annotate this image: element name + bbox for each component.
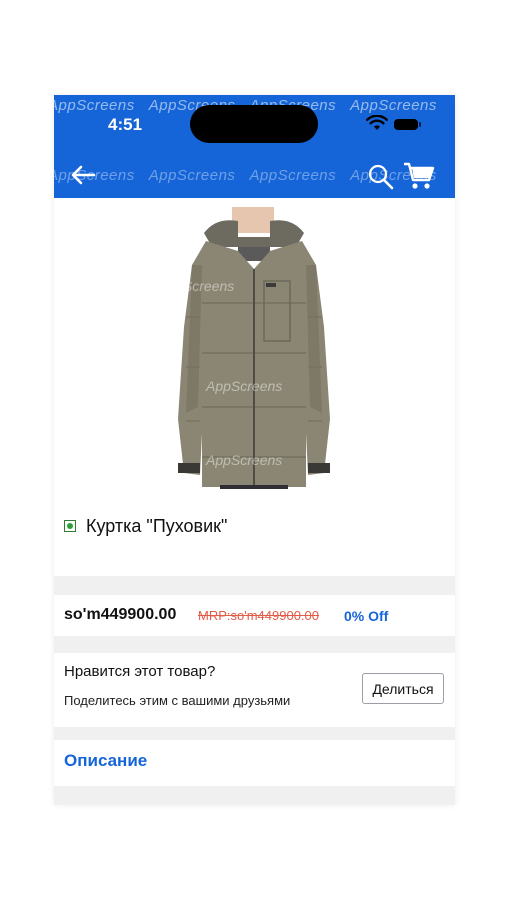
battery-icon <box>394 119 421 130</box>
product-title: Куртка "Пуховик" <box>86 516 228 536</box>
search-icon[interactable] <box>367 163 395 191</box>
status-time: 4:51 <box>108 115 143 134</box>
share-button[interactable]: Делиться <box>362 673 444 704</box>
price-section: so'm449900.00 MRP:so'm449900.00 0% Off <box>54 595 455 636</box>
cart-icon[interactable] <box>403 161 435 191</box>
image-watermark: AppScreens <box>205 452 282 468</box>
share-section: Нравится этот товар? Поделитесь этим с в… <box>54 653 455 727</box>
veg-indicator-icon <box>64 520 76 532</box>
phone-screen: AppScreens AppScreens AppScreens AppScreens… <box>54 95 455 805</box>
app-header: AppScreens AppScreens AppScreens AppScreens… <box>54 95 455 198</box>
discount-label: 0% Off <box>344 608 389 624</box>
dynamic-island <box>190 105 318 143</box>
share-title: Нравится этот товар? <box>64 663 216 680</box>
description-section[interactable]: Описание <box>54 740 455 786</box>
image-watermark: AppScreens <box>205 378 282 394</box>
product-card: AppScreens AppScreens AppScreens Куртка … <box>54 198 455 576</box>
image-watermark: AppScreens <box>157 278 234 294</box>
selling-price: so'm449900.00 <box>64 606 177 623</box>
back-arrow-icon[interactable] <box>70 163 96 187</box>
share-subtitle: Поделитесь этим с вашими друзьями <box>64 693 291 708</box>
mrp-price: MRP:so'm449900.00 <box>198 608 319 623</box>
description-title[interactable]: Описание <box>64 751 147 771</box>
product-image[interactable]: AppScreens AppScreens AppScreens <box>146 207 361 489</box>
wifi-icon <box>366 115 388 130</box>
